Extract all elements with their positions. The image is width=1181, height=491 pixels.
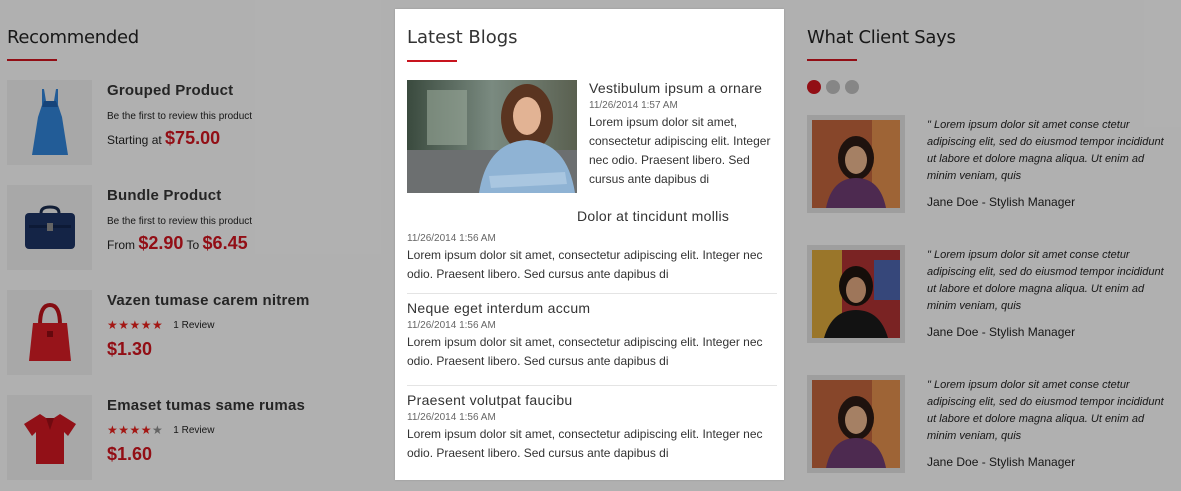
featured-post-image[interactable] [407,80,577,193]
post-date: 11/26/2014 1:57 AM [589,100,678,111]
post-excerpt: Lorem ipsum dolor sit amet, consectetur … [407,248,763,281]
post-excerpt: Lorem ipsum dolor sit amet, consectetur … [407,335,763,368]
blogs-title-underline [407,60,457,62]
post-excerpt: Lorem ipsum dolor sit amet, consectetur … [407,427,763,460]
post-title-link[interactable]: Dolor at tincidunt mollis [577,208,729,224]
post-title-link[interactable]: Praesent volutpat faucibu [407,392,777,408]
latest-blogs-panel: Latest Blogs Vestibulum ipsum a ornare 1… [395,9,784,480]
blog-post: Neque eget interdum accum 11/26/2014 1:5… [407,300,777,371]
post-divider [407,385,777,386]
woman-photo-icon [407,80,577,193]
blog-post: 11/26/2014 1:56 AM Lorem ipsum dolor sit… [407,229,777,284]
post-date: 11/26/2014 1:56 AM [407,320,496,331]
post-title-link[interactable]: Neque eget interdum accum [407,300,777,316]
post-title-link[interactable]: Vestibulum ipsum a ornare [589,80,779,96]
post-date: 11/26/2014 1:56 AM [407,412,496,423]
blog-post: Praesent volutpat faucibu 11/26/2014 1:5… [407,392,777,463]
post-excerpt: Lorem ipsum dolor sit amet, consectetur … [589,115,771,186]
blogs-title: Latest Blogs [407,27,518,48]
post-divider [407,293,777,294]
post-date: 11/26/2014 1:56 AM [407,233,496,244]
featured-post: Vestibulum ipsum a ornare 11/26/2014 1:5… [589,80,779,189]
